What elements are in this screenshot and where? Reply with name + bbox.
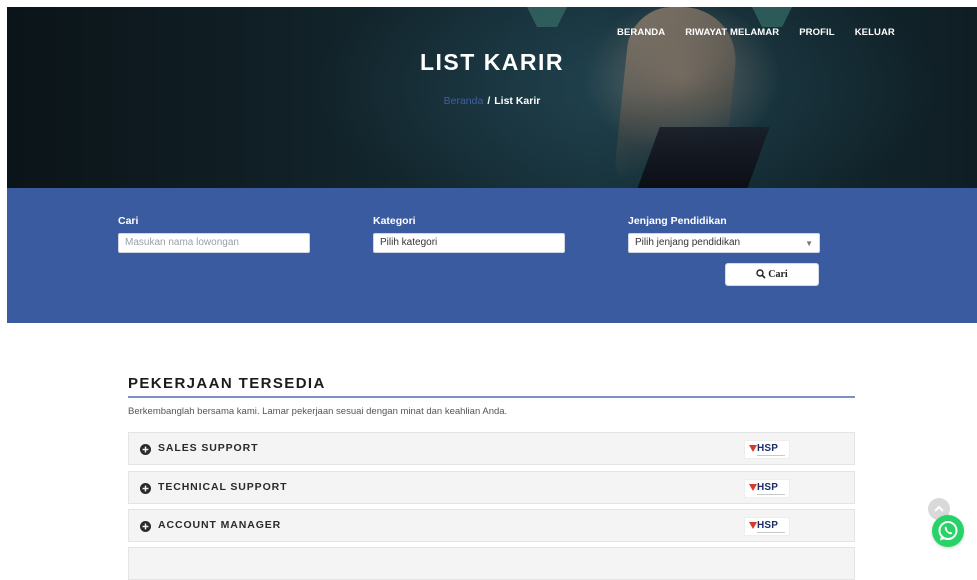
section-title: PEKERJAAN TERSEDIA	[128, 375, 326, 392]
kategori-field-group: Kategori Pilih kategori	[373, 215, 565, 253]
company-logo-text: HSP	[757, 482, 779, 493]
logo-mark-icon	[749, 484, 757, 491]
search-button[interactable]: Cari	[725, 263, 819, 286]
logo-underline	[757, 532, 785, 533]
breadcrumb: Beranda / List Karir	[7, 95, 977, 107]
hero-decoration	[752, 7, 792, 27]
jenjang-label: Jenjang Pendidikan	[628, 215, 727, 227]
company-logo: HSP	[744, 479, 790, 498]
job-title: ACCOUNT MANAGER	[158, 519, 282, 531]
nav-keluar[interactable]: KELUAR	[855, 27, 895, 38]
hero-banner: BERANDA RIWAYAT MELAMAR PROFIL KELUAR LI…	[7, 7, 977, 188]
search-button-label: Cari	[768, 269, 788, 280]
plus-circle-icon	[140, 521, 151, 532]
job-item-sales-support[interactable]: SALES SUPPORT HSP	[128, 432, 855, 465]
breadcrumb-current: List Karir	[494, 95, 541, 107]
cari-field-group: Cari Masukan nama lowongan	[118, 215, 310, 253]
logo-underline	[757, 494, 785, 495]
nav-beranda[interactable]: BERANDA	[617, 27, 665, 38]
job-item-technical-support[interactable]: TECHNICAL SUPPORT HSP	[128, 471, 855, 504]
kategori-label: Kategori	[373, 215, 416, 227]
caret-down-icon: ▼	[805, 239, 813, 248]
logo-mark-icon	[749, 445, 757, 452]
search-panel: Cari Masukan nama lowongan Kategori Pili…	[7, 188, 977, 323]
nav-riwayat-melamar[interactable]: RIWAYAT MELAMAR	[685, 27, 779, 38]
company-logo-text: HSP	[757, 520, 779, 531]
job-title: SALES SUPPORT	[158, 442, 259, 454]
cari-input[interactable]: Masukan nama lowongan	[118, 233, 310, 253]
cari-label: Cari	[118, 215, 139, 227]
job-item-partial[interactable]	[128, 547, 855, 580]
jenjang-field-group: Jenjang Pendidikan Pilih jenjang pendidi…	[628, 215, 820, 253]
search-icon	[756, 269, 766, 279]
page-title: LIST KARIR	[419, 49, 565, 75]
company-logo-text: HSP	[757, 443, 779, 454]
jenjang-select-value: Pilih jenjang pendidikan	[635, 237, 741, 248]
job-item-account-manager[interactable]: ACCOUNT MANAGER HSP	[128, 509, 855, 542]
whatsapp-button[interactable]	[932, 515, 964, 547]
hero-decoration	[527, 7, 567, 27]
jenjang-select[interactable]: Pilih jenjang pendidikan ▼	[628, 233, 820, 253]
logo-mark-icon	[749, 522, 757, 529]
logo-underline	[757, 455, 785, 456]
breadcrumb-home-link[interactable]: Beranda	[444, 95, 484, 107]
section-divider	[128, 396, 855, 398]
kategori-select[interactable]: Pilih kategori	[373, 233, 565, 253]
whatsapp-icon	[938, 521, 958, 541]
plus-circle-icon	[140, 444, 151, 455]
nav-profil[interactable]: PROFIL	[799, 27, 834, 38]
job-title: TECHNICAL SUPPORT	[158, 481, 288, 493]
company-logo: HSP	[744, 440, 790, 459]
plus-circle-icon	[140, 483, 151, 494]
breadcrumb-separator: /	[487, 95, 491, 107]
top-nav: BERANDA RIWAYAT MELAMAR PROFIL KELUAR	[617, 27, 915, 38]
section-subtitle: Berkembanglah bersama kami. Lamar pekerj…	[128, 406, 508, 417]
company-logo: HSP	[744, 517, 790, 536]
